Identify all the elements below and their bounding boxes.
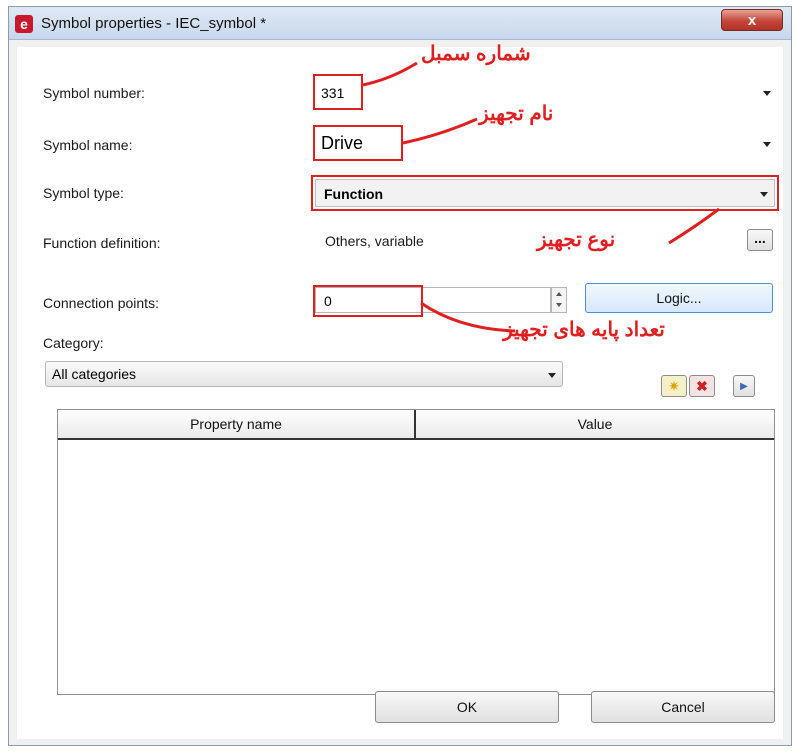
expand-button[interactable]: ▶ [733,375,755,397]
app-icon: e [15,15,33,33]
stepper-up-icon[interactable] [556,292,562,296]
table-header: Property name Value [58,410,774,440]
symbol-number-label: Symbol number: [43,85,145,101]
connection-points-stepper[interactable] [551,287,567,313]
symbol-type-label: Symbol type: [43,185,124,201]
symbol-number-highlight [313,74,363,110]
connection-points-highlight [313,285,423,317]
play-icon: ▶ [740,381,748,392]
symbol-number-annotation: شماره سمبل [421,43,531,65]
function-definition-label: Function definition: [43,235,161,251]
new-property-button[interactable]: ✷ [661,375,687,397]
star-icon: ✷ [668,378,680,394]
title-bar[interactable]: e Symbol properties - IEC_symbol * x [9,7,791,40]
symbol-type-highlight [311,175,779,211]
logic-button[interactable]: Logic... [585,283,773,313]
stepper-down-icon[interactable] [556,303,562,307]
symbol-type-annotation: نوع تجهیز [537,229,616,251]
cancel-button[interactable]: Cancel [591,691,775,723]
symbol-name-highlight [313,125,403,161]
delete-property-button[interactable]: ✖ [689,375,715,397]
column-header-property-name[interactable]: Property name [58,410,416,438]
ok-button[interactable]: OK [375,691,559,723]
column-header-value[interactable]: Value [416,410,774,438]
category-label: Category: [43,335,104,351]
function-definition-value: Others, variable [325,233,424,249]
window-title: Symbol properties - IEC_symbol * [41,15,267,32]
chevron-down-icon[interactable] [548,373,556,378]
annotation-arrow-icon [402,117,478,145]
delete-icon: ✖ [696,378,708,394]
annotation-arrow-icon [362,61,418,87]
chevron-down-icon[interactable] [763,91,771,96]
annotation-arrow-icon [668,207,720,245]
category-value: All categories [52,366,137,382]
category-combo[interactable]: All categories [45,361,563,387]
close-button[interactable]: x [721,9,783,31]
chevron-down-icon[interactable] [763,142,771,147]
symbol-name-label: Symbol name: [43,137,133,153]
symbol-properties-dialog: e Symbol properties - IEC_symbol * x Sym… [8,6,792,746]
symbol-name-annotation: نام تجهیز [479,103,554,125]
connection-points-annotation: تعداد پایه های تجهیز [503,319,665,341]
connection-points-label: Connection points: [43,295,159,311]
browse-function-button[interactable]: ... [747,229,773,251]
properties-table[interactable]: Property name Value [57,409,775,695]
dialog-content: Symbol number: 331 شماره سمبل Symbol nam… [17,43,783,739]
